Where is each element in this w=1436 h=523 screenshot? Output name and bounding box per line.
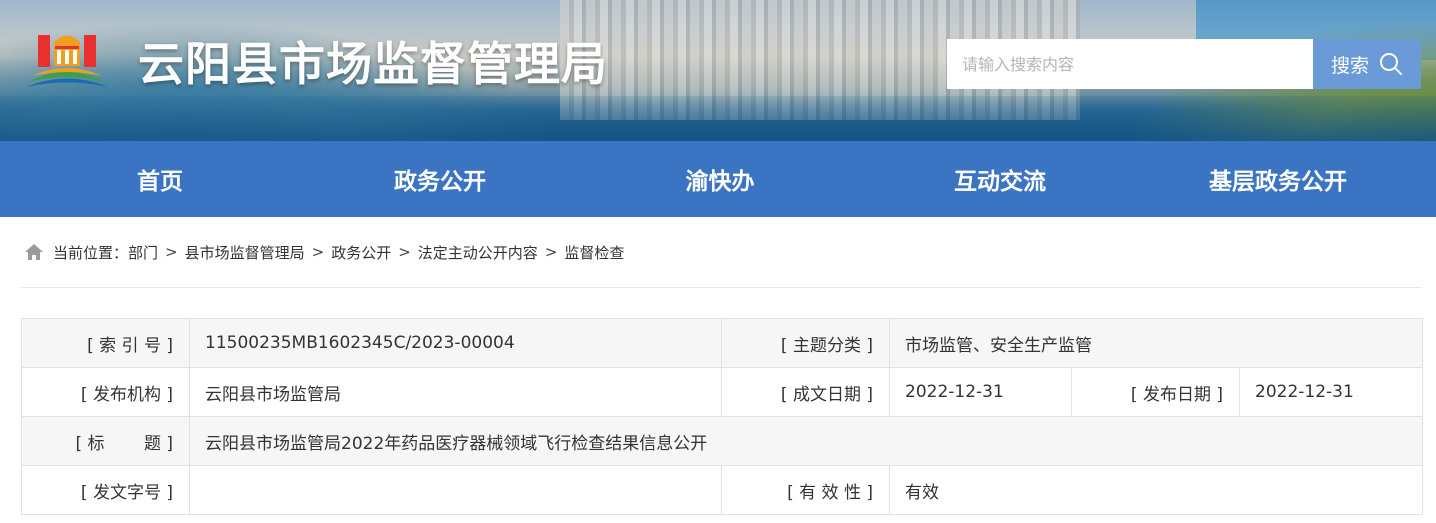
table-row: [ 发文字号 ] [ 有 效 性 ] 有效: [21, 465, 1424, 515]
main-nav: 首页 政务公开 渝快办 互动交流 基层政务公开: [0, 141, 1436, 217]
breadcrumb-separator: >: [398, 243, 411, 261]
search-input[interactable]: [947, 39, 1313, 89]
breadcrumb-prefix: 当前位置：: [53, 243, 129, 262]
document-number-value: [189, 465, 722, 515]
breadcrumb-divider: [21, 287, 1421, 288]
breadcrumb-link-bureau[interactable]: 县市场监督管理局: [185, 242, 305, 263]
breadcrumb-link-statutory[interactable]: 法定主动公开内容: [418, 242, 538, 263]
index-number-label: [ 索 引 号 ]: [21, 318, 190, 368]
table-row: [ 发布机构 ] 云阳县市场监管局 [ 成文日期 ] 2022-12-31 [ …: [21, 367, 1424, 417]
breadcrumb-separator: >: [311, 243, 325, 261]
document-info-table: [ 索 引 号 ] 11500235MB1602345C/2023-00004 …: [21, 318, 1424, 515]
nav-item-interaction[interactable]: 互动交流: [880, 141, 1120, 217]
topic-category-value: 市场监管、安全生产监管: [888, 318, 1424, 368]
published-date-value: 2022-12-31: [1238, 367, 1424, 417]
home-icon: [25, 244, 43, 260]
search-button-label: 搜索: [1330, 54, 1369, 77]
topic-category-label: [ 主题分类 ]: [721, 318, 890, 368]
validity-value: 有效: [888, 465, 1424, 515]
nav-item-yukuaiban[interactable]: 渝快办: [560, 141, 880, 217]
search-icon: [1380, 53, 1402, 75]
breadcrumb-link-supervision[interactable]: 监督检查: [564, 242, 624, 263]
created-date-value: 2022-12-31: [889, 367, 1072, 417]
breadcrumb-separator: >: [165, 243, 178, 261]
created-date-label: [ 成文日期 ]: [721, 367, 890, 417]
nav-item-gov-affairs[interactable]: 政务公开: [320, 141, 560, 217]
table-row: [ 索 引 号 ] 11500235MB1602345C/2023-00004 …: [21, 318, 1424, 368]
publisher-value: 云阳县市场监管局: [189, 367, 722, 417]
breadcrumb-link-department[interactable]: 部门: [128, 242, 158, 263]
document-title-value: 云阳县市场监管局2022年药品医疗器械领域飞行检查结果信息公开: [188, 416, 1424, 466]
breadcrumb-separator: >: [544, 243, 558, 261]
published-date-label: [ 发布日期 ]: [1071, 367, 1240, 417]
validity-label: [ 有 效 性 ]: [721, 465, 890, 515]
nav-item-grassroots[interactable]: 基层政务公开: [1120, 141, 1436, 217]
document-number-label: [ 发文字号 ]: [21, 465, 190, 515]
index-number-value: 11500235MB1602345C/2023-00004: [189, 318, 722, 368]
emblem-logo: [26, 35, 108, 87]
title-label: [ 标 题 ]: [21, 416, 190, 466]
publisher-label: [ 发布机构 ]: [21, 367, 190, 417]
header-banner: 云阳县市场监督管理局 搜索: [0, 0, 1436, 141]
search-button[interactable]: 搜索: [1313, 39, 1421, 89]
nav-item-home[interactable]: 首页: [0, 141, 320, 217]
table-row: [ 标 题 ] 云阳县市场监管局2022年药品医疗器械领域飞行检查结果信息公开: [21, 416, 1424, 466]
breadcrumb: 当前位置： 部门 > 县市场监督管理局 > 政务公开 > 法定主动公开内容 > …: [24, 240, 624, 264]
banner-river: [0, 96, 1436, 141]
site-title: 云阳县市场监督管理局: [138, 37, 608, 91]
breadcrumb-link-gov-affairs[interactable]: 政务公开: [331, 242, 391, 263]
